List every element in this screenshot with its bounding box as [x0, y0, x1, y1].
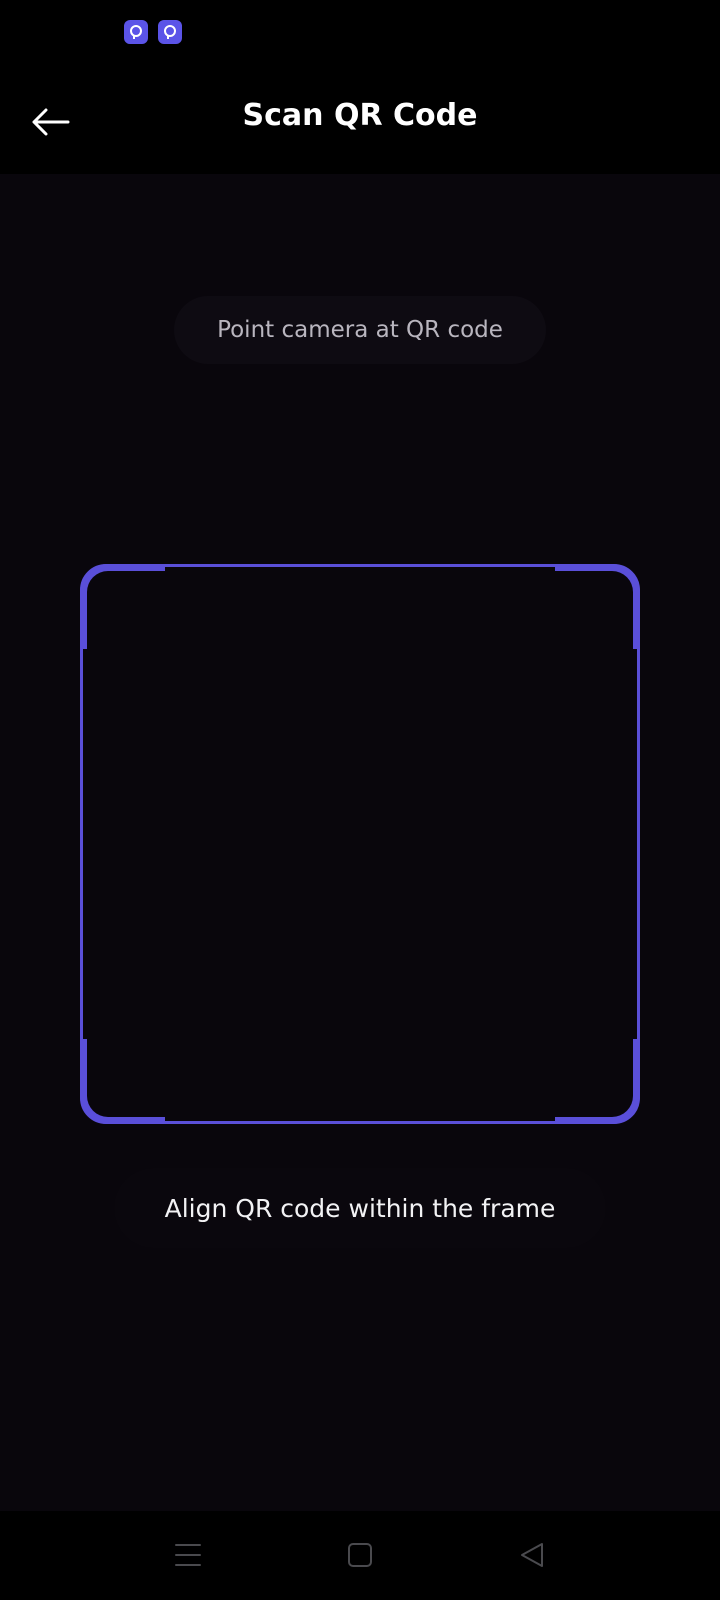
home-square-icon	[348, 1543, 372, 1567]
scan-instruction: Align QR code within the frame	[114, 1168, 606, 1248]
back-triangle-icon	[521, 1543, 543, 1567]
scan-frame-corner-top-right	[555, 564, 640, 649]
app-notification-icon	[124, 20, 148, 44]
scan-frame-corner-top-left	[80, 564, 165, 649]
app-notification-icon	[158, 20, 182, 44]
menu-icon	[175, 1544, 201, 1566]
status-bar	[0, 0, 720, 70]
scan-frame-corner-bottom-right	[555, 1039, 640, 1124]
scan-frame-corner-bottom-left	[80, 1039, 165, 1124]
camera-hint: Point camera at QR code	[174, 296, 546, 364]
scan-frame	[80, 564, 640, 1124]
recent-apps-button[interactable]	[160, 1529, 216, 1581]
system-back-button[interactable]	[504, 1529, 560, 1581]
system-nav-bar	[0, 1511, 720, 1600]
page-title: Scan QR Code	[242, 98, 478, 133]
home-button[interactable]	[332, 1529, 388, 1581]
camera-viewfinder: Point camera at QR code Align QR code wi…	[0, 174, 720, 1511]
app-bar: Scan QR Code	[0, 70, 720, 174]
